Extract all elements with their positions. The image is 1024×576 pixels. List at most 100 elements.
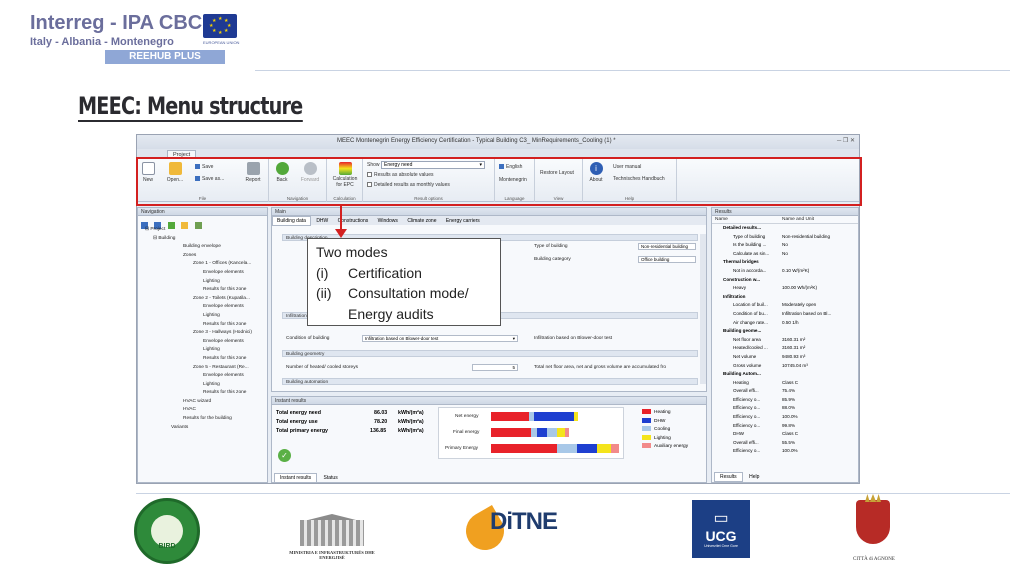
tree-item[interactable]: HVAC wizard <box>141 398 264 407</box>
results-row[interactable]: Detailed results... <box>715 224 858 233</box>
results-row[interactable]: Heating Class C <box>715 379 858 388</box>
tree-item[interactable]: Zones <box>141 252 264 261</box>
tree-item[interactable]: Lighting <box>141 381 264 390</box>
tree-item[interactable]: Envelope elements <box>141 303 264 312</box>
results-row-name: Building Autom... <box>723 371 761 377</box>
tab-windows[interactable]: Windows <box>374 217 402 225</box>
results-row[interactable]: Efficiency o... 85.9% <box>715 396 858 405</box>
type-of-building-label: Type of building <box>534 244 568 249</box>
tab-results[interactable]: Results <box>714 472 743 482</box>
tree-item[interactable]: Results for this zone <box>141 355 264 364</box>
tree-item[interactable]: Zone 2 - Toilets (Kupatila... <box>141 295 264 304</box>
tab-building-data[interactable]: Building data <box>272 216 311 226</box>
results-row[interactable]: Overall effi... 55.5% <box>715 439 858 448</box>
results-row[interactable]: Calculate as sin... No <box>715 250 858 259</box>
results-row[interactable]: Infiltration <box>715 293 858 302</box>
legend-item: Auxiliary energy <box>642 443 688 452</box>
type-of-building-field[interactable]: Non-residential building <box>638 243 696 250</box>
tree-item[interactable]: Envelope elements <box>141 338 264 347</box>
section-building-automation[interactable]: Building automation <box>282 378 698 385</box>
nav-tool-icon[interactable] <box>194 222 202 230</box>
tab-help[interactable]: Help <box>744 473 764 481</box>
tree-item[interactable]: Lighting <box>141 346 264 355</box>
results-row[interactable]: Heavy 100.00 Wh/(m²K) <box>715 284 858 293</box>
footer-divider <box>136 493 1010 494</box>
infiltration-note: Infiltration based on Blower-door test <box>534 336 613 341</box>
tree-item[interactable]: Variants <box>141 424 264 433</box>
bar-segment <box>577 444 597 453</box>
tree-item[interactable]: Lighting <box>141 278 264 287</box>
total-primary-energy-row: Total primary energy 136.85 kWh/(m²a) <box>276 428 424 434</box>
results-row[interactable]: Efficiency o... 88.0% <box>715 404 858 413</box>
bar-segment <box>611 444 619 453</box>
instant-tabs: Instant results Status <box>274 473 343 483</box>
results-row[interactable]: Air change rate... 0.50 1/h <box>715 319 858 328</box>
nav-tool-icon[interactable] <box>181 222 189 230</box>
building-category-label: Building category <box>534 257 571 262</box>
tree-item[interactable]: Results for this zone <box>141 321 264 330</box>
results-row-value: 9480.93 m³ <box>782 353 806 359</box>
results-row[interactable]: Overall effi... 75.4% <box>715 387 858 396</box>
results-row[interactable]: Location of buil... Moderately open <box>715 301 858 310</box>
tree-item[interactable]: Building envelope <box>141 243 264 252</box>
bar-segment <box>547 428 557 437</box>
tree-item[interactable]: ⊟ Project <box>141 226 264 235</box>
results-row[interactable]: Net volume 9480.93 m³ <box>715 353 858 362</box>
tree-item[interactable]: HVAC <box>141 406 264 415</box>
tab-instant-results[interactable]: Instant results <box>274 473 318 483</box>
results-row-value: No <box>782 250 788 256</box>
tab-dhw[interactable]: DHW <box>312 217 332 225</box>
eu-flag-icon: ★ ★ ★ ★ ★ ★ ★ ★ <box>203 14 237 38</box>
results-row[interactable]: Condition of bu... Infiltration based on … <box>715 310 858 319</box>
results-row-value: Moderately open <box>782 302 817 308</box>
results-row-value: 100.0% <box>782 448 798 454</box>
tree-item[interactable]: Lighting <box>141 312 264 321</box>
agnone-crest-icon <box>856 494 890 544</box>
tree-item[interactable]: Zone 3 - Hallways (Hodnici) <box>141 329 264 338</box>
ministry-label: MINISTRIA E INFRASTRUKTURËS DHE ENERGJIS… <box>289 550 375 560</box>
results-row[interactable]: Efficiency o... 100.0% <box>715 447 858 456</box>
results-row[interactable]: Is the building ... No <box>715 241 858 250</box>
results-row[interactable]: Not in accorda... 0.10 W/(m²K) <box>715 267 858 276</box>
results-row-value: 99.8% <box>782 422 796 428</box>
results-row[interactable]: Building geome... <box>715 327 858 336</box>
results-row-name: Not in accorda... <box>733 267 767 273</box>
bar-segment <box>557 428 565 437</box>
results-row[interactable]: DHW Class C <box>715 430 858 439</box>
results-row-name: Thermal bridges <box>723 259 759 265</box>
main-scrollbar[interactable] <box>700 234 706 384</box>
tab-climate-zone[interactable]: Climate zone <box>403 217 440 225</box>
window-controls[interactable]: ─ ❐ ✕ <box>815 137 855 146</box>
results-row[interactable]: Efficiency o... 99.8% <box>715 422 858 431</box>
callout-item: Energy audits <box>348 305 434 322</box>
callout-arrow-head <box>335 229 347 238</box>
navigation-tree: ⊟ Project ⊟ Building Building envelope Z… <box>138 226 267 432</box>
results-row[interactable]: Construction w... <box>715 276 858 285</box>
condition-select[interactable]: Infiltration based on Blower-door test ▾ <box>362 335 518 342</box>
results-row-name: Overall effi... <box>733 439 759 445</box>
tree-item[interactable]: Envelope elements <box>141 269 264 278</box>
bar-segment <box>597 444 611 453</box>
results-row[interactable]: Efficiency o... 100.0% <box>715 413 858 422</box>
nav-tool-icon[interactable] <box>167 222 175 230</box>
results-row[interactable]: Net floor area 3160.31 m² <box>715 336 858 345</box>
results-row[interactable]: Thermal bridges <box>715 258 858 267</box>
results-row[interactable]: Heated/cooled ... 3160.31 m² <box>715 344 858 353</box>
tree-item[interactable]: Results for this zone <box>141 286 264 295</box>
tab-status[interactable]: Status <box>319 474 343 482</box>
storeys-field[interactable]: 5 <box>472 364 518 371</box>
results-row[interactable]: Gross volume 10745.04 m³ <box>715 362 858 371</box>
tab-energy-carriers[interactable]: Energy carriers <box>442 217 484 225</box>
results-row[interactable]: Type of building Non-residential building <box>715 233 858 242</box>
tree-item[interactable]: Envelope elements <box>141 372 264 381</box>
tree-item[interactable]: Zone 5 - Restaurant (Re... <box>141 364 264 373</box>
tree-item[interactable]: ⊟ Building <box>141 235 264 244</box>
tree-item[interactable]: Results for the building <box>141 415 264 424</box>
results-row[interactable]: Building Autom... <box>715 370 858 379</box>
tree-item[interactable]: Results for this zone <box>141 389 264 398</box>
building-category-field[interactable]: Office building <box>638 256 696 263</box>
section-building-geometry[interactable]: Building geometry <box>282 350 698 357</box>
tree-item[interactable]: Zone 1 - Offices (Kancela... <box>141 260 264 269</box>
instant-results-panel: Instant results Total energy need 86.03 kW… <box>271 396 707 483</box>
bar-segment <box>565 428 569 437</box>
